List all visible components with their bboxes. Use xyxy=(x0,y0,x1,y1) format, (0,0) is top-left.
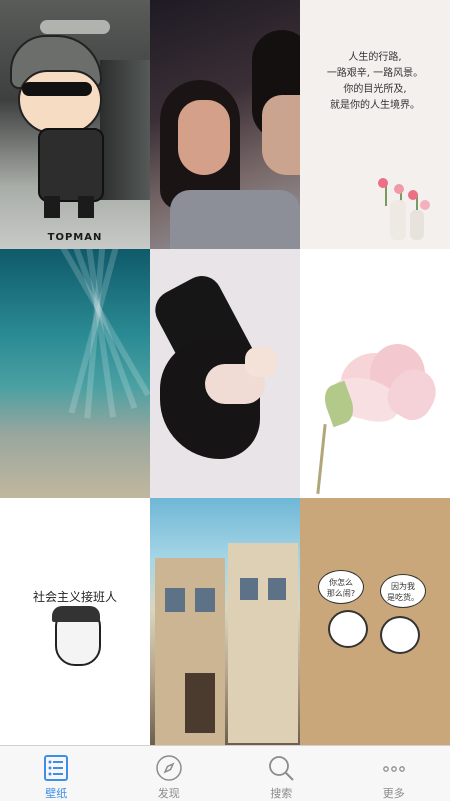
wallpaper-thumb-emoticons[interactable]: 你怎么 那么闹? 因为我 是吃货。 xyxy=(300,498,450,745)
wallpaper-thumb-portrait[interactable] xyxy=(150,249,300,498)
more-icon xyxy=(379,753,409,783)
wallpaper-caption: 社会主义接班人 xyxy=(0,588,150,605)
wallpaper-thumb-underwater[interactable] xyxy=(0,249,150,498)
speech-bubble: 因为我 是吃货。 xyxy=(380,574,426,608)
tab-more[interactable]: 更多 xyxy=(338,746,450,801)
tab-label: 壁纸 xyxy=(45,785,67,801)
quote-line: 人生的行路, xyxy=(300,50,450,66)
wallpaper-thumb-lotus[interactable] xyxy=(300,249,450,498)
wallpaper-thumb-movie-still[interactable] xyxy=(150,0,300,249)
wallpaper-thumb-cartoon[interactable]: TOPMAN xyxy=(0,0,150,249)
tab-label: 更多 xyxy=(383,785,405,801)
wallpaper-thumb-street[interactable] xyxy=(150,498,300,745)
wallpaper-thumb-quote[interactable]: 人生的行路, 一路艰辛, 一路风景。 你的目光所及, 就是你的人生境界。 xyxy=(300,0,450,249)
quote-line: 你的目光所及, xyxy=(300,82,450,98)
search-icon xyxy=(266,753,296,783)
compass-icon xyxy=(154,753,184,783)
wallpaper-grid: TOPMAN 人生的行路, 一路艰辛, 一路风景。 你的目光所及, 就是你的人生… xyxy=(0,0,450,745)
wallpaper-thumb-slogan[interactable]: 社会主义接班人 xyxy=(0,498,150,745)
speech-bubble: 你怎么 那么闹? xyxy=(318,570,364,604)
tab-bar: 壁纸 发现 搜索 更多 xyxy=(0,745,450,801)
list-icon xyxy=(41,753,71,783)
tab-label: 发现 xyxy=(158,785,180,801)
tab-discover[interactable]: 发现 xyxy=(113,746,226,801)
wallpaper-quote: 人生的行路, 一路艰辛, 一路风景。 你的目光所及, 就是你的人生境界。 xyxy=(300,50,450,114)
wallpaper-caption: TOPMAN xyxy=(0,232,150,243)
tab-wallpaper[interactable]: 壁纸 xyxy=(0,746,113,801)
tab-label: 搜索 xyxy=(270,785,292,801)
quote-line: 一路艰辛, 一路风景。 xyxy=(300,66,450,82)
quote-line: 就是你的人生境界。 xyxy=(300,98,450,114)
tab-search[interactable]: 搜索 xyxy=(225,746,338,801)
